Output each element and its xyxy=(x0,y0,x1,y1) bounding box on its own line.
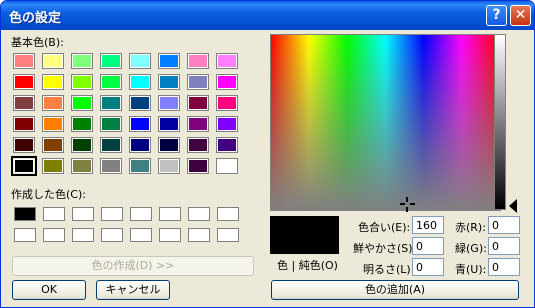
basic-color-swatch[interactable] xyxy=(100,74,122,90)
basic-color-swatch[interactable] xyxy=(71,53,93,69)
basic-color-swatch[interactable] xyxy=(13,74,35,90)
red-field[interactable]: 0 xyxy=(488,216,520,234)
basic-color-swatch[interactable] xyxy=(42,74,64,90)
ok-button[interactable]: OK xyxy=(12,280,86,300)
blue-label: 青(U): xyxy=(455,263,487,276)
lum-label: 明るさ(L): xyxy=(363,263,415,276)
custom-color-swatch[interactable] xyxy=(72,207,94,221)
custom-color-swatch[interactable] xyxy=(130,228,152,242)
color-dialog: 色の設定 ? ✕ 基本色(B): 作成した色(C): 色の作成(D) >> OK… xyxy=(0,0,535,308)
basic-color-swatch[interactable] xyxy=(71,116,93,132)
custom-color-swatch[interactable] xyxy=(43,207,65,221)
custom-color-swatch[interactable] xyxy=(101,207,123,221)
basic-color-swatch[interactable] xyxy=(216,158,238,174)
sat-label: 鮮やかさ(S): xyxy=(353,242,417,255)
basic-color-swatch[interactable] xyxy=(13,116,35,132)
green-field[interactable]: 0 xyxy=(488,237,520,255)
basic-color-swatch[interactable] xyxy=(129,53,151,69)
basic-color-swatch[interactable] xyxy=(129,74,151,90)
custom-color-swatch[interactable] xyxy=(217,207,239,221)
basic-color-swatch[interactable] xyxy=(158,158,180,174)
basic-color-swatch[interactable] xyxy=(42,95,64,111)
custom-color-swatch[interactable] xyxy=(101,228,123,242)
custom-color-swatch[interactable] xyxy=(72,228,94,242)
spectrum-crosshair-icon xyxy=(400,197,415,212)
basic-color-swatch[interactable] xyxy=(187,158,209,174)
define-custom-colors-button[interactable]: 色の作成(D) >> xyxy=(12,256,254,276)
luminance-arrow-icon[interactable] xyxy=(509,199,517,213)
preview-label: 色 | 純色(O) xyxy=(277,259,338,272)
basic-color-swatch[interactable] xyxy=(187,137,209,153)
basic-color-swatch[interactable] xyxy=(187,74,209,90)
basic-color-swatch[interactable] xyxy=(158,137,180,153)
blue-field[interactable]: 0 xyxy=(488,258,520,276)
green-label: 緑(G): xyxy=(455,242,487,255)
custom-color-swatch[interactable] xyxy=(159,207,181,221)
basic-color-swatch[interactable] xyxy=(71,95,93,111)
basic-color-swatch[interactable] xyxy=(129,95,151,111)
basic-color-swatch[interactable] xyxy=(42,158,64,174)
cancel-button[interactable]: キャンセル xyxy=(96,280,170,300)
custom-color-swatch[interactable] xyxy=(217,228,239,242)
custom-color-swatch[interactable] xyxy=(43,228,65,242)
custom-colors-label: 作成した色(C): xyxy=(11,188,86,201)
color-preview xyxy=(270,216,339,254)
add-custom-color-button[interactable]: 色の追加(A) xyxy=(271,280,519,300)
help-button[interactable]: ? xyxy=(486,5,507,26)
basic-color-swatch[interactable] xyxy=(71,74,93,90)
basic-color-swatch[interactable] xyxy=(187,95,209,111)
basic-color-swatch[interactable] xyxy=(216,137,238,153)
basic-color-swatch[interactable] xyxy=(71,137,93,153)
basic-color-swatch[interactable] xyxy=(158,95,180,111)
title-bar: 色の設定 ? ✕ xyxy=(1,1,534,30)
basic-colors-label: 基本色(B): xyxy=(11,36,64,49)
sat-field[interactable]: 0 xyxy=(412,237,444,255)
basic-color-swatch[interactable] xyxy=(42,137,64,153)
basic-color-swatch[interactable] xyxy=(100,137,122,153)
basic-color-swatch[interactable] xyxy=(13,95,35,111)
basic-color-swatch[interactable] xyxy=(100,53,122,69)
hue-field[interactable]: 160 xyxy=(412,216,444,234)
basic-color-swatch[interactable] xyxy=(13,53,35,69)
basic-color-swatch[interactable] xyxy=(42,116,64,132)
hue-label: 色合い(E): xyxy=(358,221,411,234)
basic-color-swatch[interactable] xyxy=(13,137,35,153)
basic-color-swatch[interactable] xyxy=(216,116,238,132)
basic-color-swatch[interactable] xyxy=(11,156,37,176)
basic-color-swatch[interactable] xyxy=(158,74,180,90)
basic-color-swatch[interactable] xyxy=(216,95,238,111)
red-label: 赤(R): xyxy=(455,221,486,234)
custom-color-swatch[interactable] xyxy=(130,207,152,221)
basic-color-swatch[interactable] xyxy=(100,95,122,111)
basic-color-swatch[interactable] xyxy=(158,53,180,69)
custom-color-swatch[interactable] xyxy=(188,228,210,242)
window-title: 色の設定 xyxy=(9,11,62,26)
close-button[interactable]: ✕ xyxy=(510,5,531,26)
basic-color-swatch[interactable] xyxy=(129,116,151,132)
luminance-slider[interactable] xyxy=(494,34,506,210)
custom-color-swatch[interactable] xyxy=(188,207,210,221)
lum-field[interactable]: 0 xyxy=(412,258,444,276)
color-spectrum[interactable] xyxy=(270,34,501,211)
basic-color-swatch[interactable] xyxy=(100,158,122,174)
basic-color-swatch[interactable] xyxy=(216,74,238,90)
basic-color-swatch[interactable] xyxy=(100,116,122,132)
basic-color-swatch[interactable] xyxy=(216,53,238,69)
basic-color-swatch[interactable] xyxy=(129,137,151,153)
basic-color-swatch[interactable] xyxy=(187,53,209,69)
basic-color-swatch[interactable] xyxy=(42,53,64,69)
custom-color-swatch[interactable] xyxy=(14,207,36,221)
basic-color-swatch[interactable] xyxy=(187,116,209,132)
custom-color-swatch[interactable] xyxy=(159,228,181,242)
custom-color-swatch[interactable] xyxy=(14,228,36,242)
basic-color-swatch[interactable] xyxy=(71,158,93,174)
basic-color-swatch[interactable] xyxy=(158,116,180,132)
basic-color-swatch[interactable] xyxy=(129,158,151,174)
